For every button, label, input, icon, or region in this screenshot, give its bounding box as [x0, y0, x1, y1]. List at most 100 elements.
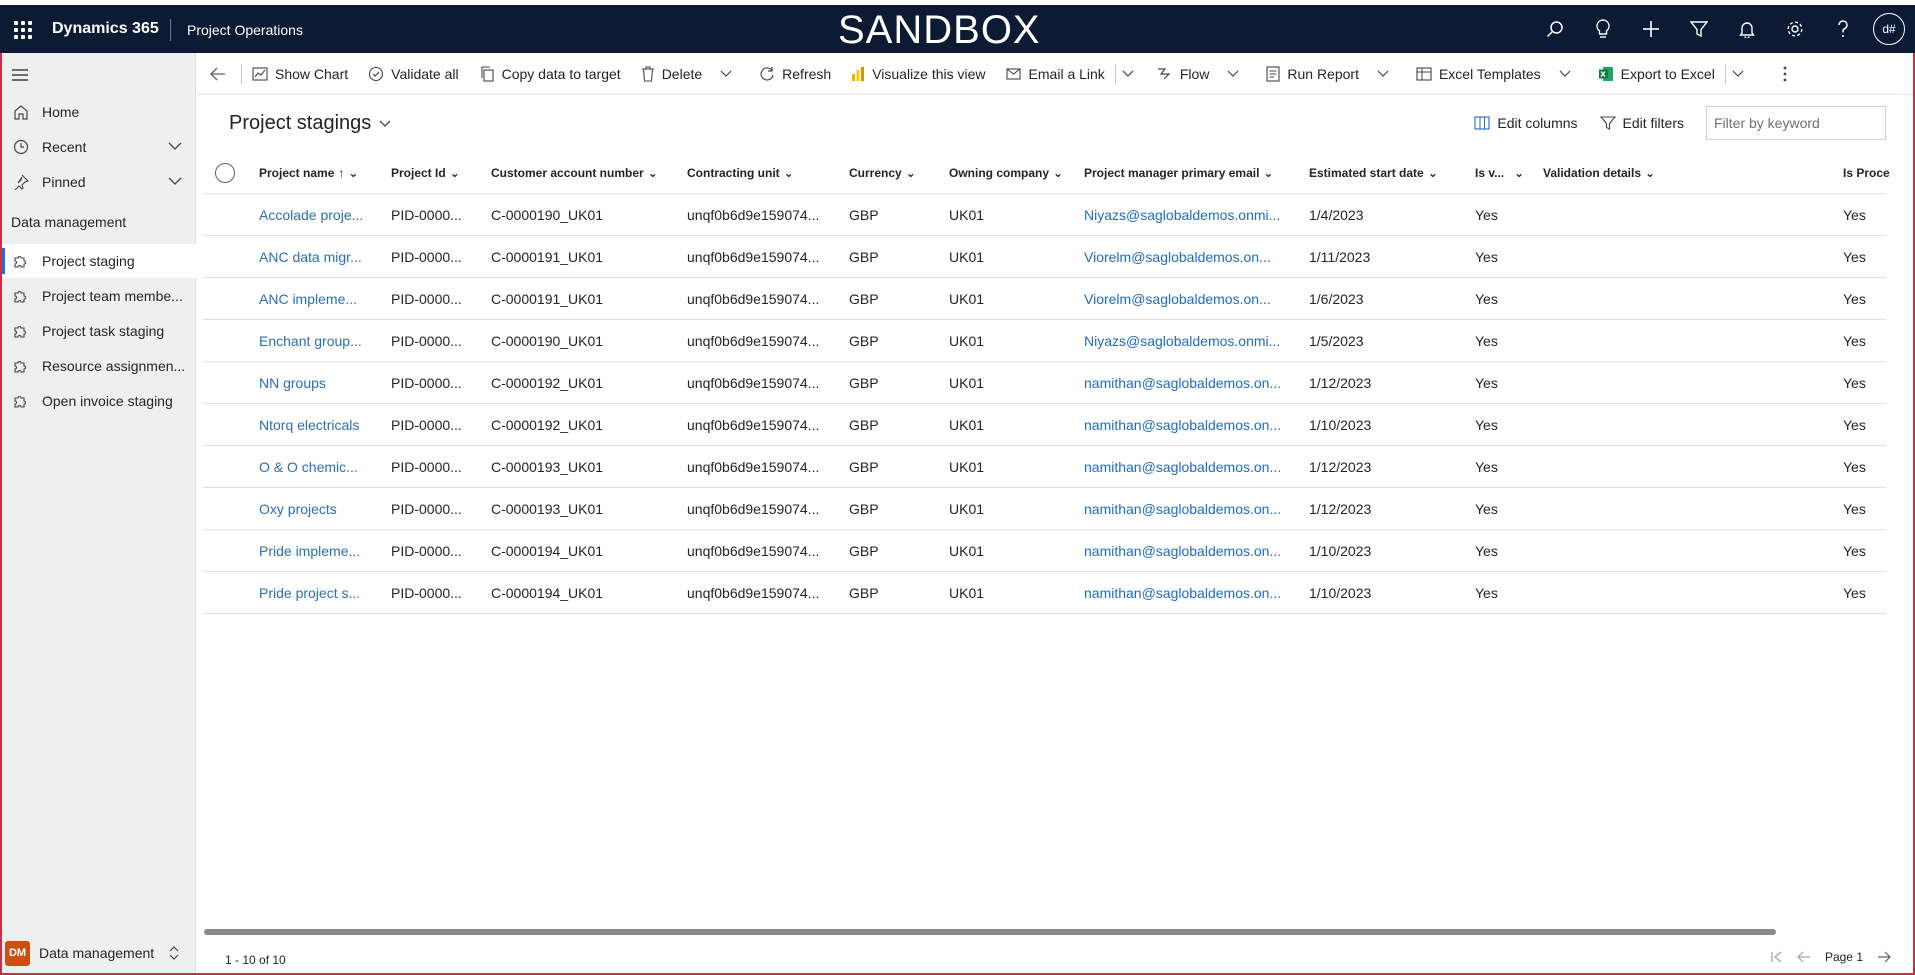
cell-project-id: PID-0000... — [391, 249, 462, 265]
table-row[interactable]: ANC impleme... PID-0000... C-0000191_UK01 u… — [203, 278, 1886, 320]
first-page-icon[interactable] — [1771, 951, 1783, 963]
sidebar-item-resource-assignments[interactable]: Resource assignmen... — [2, 349, 196, 383]
filter-by-keyword-input[interactable] — [1706, 106, 1886, 140]
table-row[interactable]: Accolade proje... PID-0000... C-0000190_UK… — [203, 194, 1886, 236]
cell-pm-email[interactable]: namithan@saglobaldemos.on... — [1084, 362, 1281, 404]
edit-columns-button[interactable]: Edit columns — [1474, 115, 1578, 131]
sidebar-item-project-task-staging[interactable]: Project task staging — [2, 314, 196, 348]
edit-filters-label: Edit filters — [1622, 115, 1684, 131]
cell-pm-email[interactable]: namithan@saglobaldemos.on... — [1084, 404, 1281, 446]
sidebar-item-recent[interactable]: Recent — [2, 130, 196, 164]
cell-project-name[interactable]: Ntorq electricals — [259, 404, 359, 446]
cell-pm-email[interactable]: Viorelm@saglobaldemos.on... — [1084, 278, 1271, 320]
cell-pm-email[interactable]: namithan@saglobaldemos.on... — [1084, 488, 1281, 530]
cell-project-id: PID-0000... — [391, 543, 462, 559]
table-row[interactable]: Pride project s... PID-0000... C-0000194_U… — [203, 572, 1886, 614]
help-icon[interactable] — [1819, 5, 1867, 53]
cell-project-name[interactable]: Oxy projects — [259, 488, 337, 530]
visualize-button[interactable]: Visualize this view — [841, 53, 995, 95]
chevron-down-icon[interactable] — [168, 139, 182, 156]
sidebar-item-home[interactable]: Home — [2, 95, 196, 129]
chevron-down-icon[interactable] — [720, 70, 739, 78]
cell-project-name[interactable]: ANC impleme... — [259, 278, 357, 320]
search-icon[interactable] — [1531, 5, 1579, 53]
delete-button[interactable]: Delete — [631, 53, 749, 95]
next-page-icon[interactable] — [1877, 951, 1891, 963]
puzzle-icon — [12, 253, 30, 269]
gear-icon[interactable] — [1771, 5, 1819, 53]
table-row[interactable]: Oxy projects PID-0000... C-0000193_UK01 unq… — [203, 488, 1886, 530]
column-header-is-validated[interactable]: Is v... ⌄ — [1475, 152, 1524, 194]
filter-icon[interactable] — [1675, 5, 1723, 53]
area-name[interactable]: Project Operations — [187, 22, 303, 38]
view-selector[interactable]: Project stagings — [229, 112, 391, 135]
column-header-is-processed[interactable]: Is Proce — [1843, 152, 1890, 194]
chevron-down-icon[interactable] — [1377, 70, 1396, 78]
area-switcher[interactable]: DM Data management — [2, 933, 196, 973]
more-options-icon[interactable] — [1773, 53, 1804, 95]
bell-icon[interactable] — [1723, 5, 1771, 53]
chevron-down-icon[interactable] — [1116, 53, 1147, 95]
cell-pm-email[interactable]: namithan@saglobaldemos.on... — [1084, 446, 1281, 488]
refresh-button[interactable]: Refresh — [749, 53, 841, 95]
show-chart-button[interactable]: Show Chart — [242, 53, 358, 95]
cell-pm-email[interactable]: namithan@saglobaldemos.on... — [1084, 530, 1281, 572]
email-link-button[interactable]: Email a Link — [996, 53, 1115, 95]
cell-pm-email[interactable]: namithan@saglobaldemos.on... — [1084, 572, 1281, 614]
validate-all-button[interactable]: Validate all — [358, 53, 468, 95]
back-button[interactable] — [205, 53, 237, 95]
column-header-pm-email[interactable]: Project manager primary email ⌄ — [1084, 152, 1273, 194]
column-header-customer-account[interactable]: Customer account number ⌄ — [491, 152, 658, 194]
flow-button[interactable]: Flow — [1147, 53, 1257, 95]
validate-all-label: Validate all — [391, 65, 459, 82]
cell-owning-company: UK01 — [949, 459, 985, 475]
app-name[interactable]: Dynamics 365 — [52, 20, 159, 38]
horizontal-scrollbar[interactable] — [204, 929, 1776, 935]
column-header-est-start-date[interactable]: Estimated start date ⌄ — [1309, 152, 1438, 194]
cell-pm-email[interactable]: Niyazs@saglobaldemos.onmi... — [1084, 194, 1280, 236]
plus-icon[interactable] — [1627, 5, 1675, 53]
sidebar-item-project-staging[interactable]: Project staging — [2, 244, 196, 278]
sidebar-item-pinned[interactable]: Pinned — [2, 165, 196, 199]
copy-data-button[interactable]: Copy data to target — [469, 53, 631, 95]
cell-project-name[interactable]: O & O chemic... — [259, 446, 358, 488]
table-row[interactable]: ANC data migr... PID-0000... C-0000191_UK0… — [203, 236, 1886, 278]
table-row[interactable]: NN groups PID-0000... C-0000192_UK01 unqf0b… — [203, 362, 1886, 404]
excel-templates-button[interactable]: Excel Templates — [1406, 53, 1588, 95]
avatar[interactable]: d# — [1873, 13, 1905, 45]
lightbulb-icon[interactable] — [1579, 5, 1627, 53]
chevron-down-icon[interactable] — [1726, 53, 1757, 95]
column-header-currency[interactable]: Currency ⌄ — [849, 152, 916, 194]
column-header-owning-company[interactable]: Owning company ⌄ — [949, 152, 1063, 194]
chevron-down-icon[interactable] — [1559, 70, 1578, 78]
cell-project-name[interactable]: Pride impleme... — [259, 530, 360, 572]
cell-pm-email[interactable]: Niyazs@saglobaldemos.onmi... — [1084, 320, 1280, 362]
export-excel-button[interactable]: Export to Excel — [1588, 53, 1725, 95]
cell-project-id: PID-0000... — [391, 375, 462, 391]
table-row[interactable]: Pride impleme... PID-0000... C-0000194_UK0… — [203, 530, 1886, 572]
chevron-down-icon[interactable] — [168, 174, 182, 191]
table-row[interactable]: Ntorq electricals PID-0000... C-0000192_UK… — [203, 404, 1886, 446]
chevron-down-icon[interactable] — [1227, 70, 1246, 78]
column-header-validation-details[interactable]: Validation details ⌄ — [1543, 152, 1655, 194]
cell-project-name[interactable]: Enchant group... — [259, 320, 362, 362]
app-launcher-icon[interactable] — [10, 17, 34, 41]
run-report-button[interactable]: Run Report — [1256, 53, 1406, 95]
column-header-contracting-unit[interactable]: Contracting unit ⌄ — [687, 152, 794, 194]
table-row[interactable]: Enchant group... PID-0000... C-0000190_UK0… — [203, 320, 1886, 362]
cell-project-name[interactable]: Accolade proje... — [259, 194, 363, 236]
column-header-project-name[interactable]: Project name ↑ ⌄ — [259, 152, 358, 194]
edit-filters-button[interactable]: Edit filters — [1599, 115, 1684, 131]
sidebar-item-project-team-members[interactable]: Project team membe... — [2, 279, 196, 313]
sidebar-item-open-invoice-staging[interactable]: Open invoice staging — [2, 384, 196, 418]
puzzle-icon — [12, 288, 30, 304]
select-all-checkbox[interactable] — [215, 163, 235, 183]
previous-page-icon[interactable] — [1797, 951, 1811, 963]
cell-pm-email[interactable]: Viorelm@saglobaldemos.on... — [1084, 236, 1271, 278]
hamburger-icon[interactable] — [12, 68, 28, 84]
column-header-project-id[interactable]: Project Id ⌄ — [391, 152, 460, 194]
cell-project-name[interactable]: Pride project s... — [259, 572, 360, 614]
cell-project-name[interactable]: ANC data migr... — [259, 236, 362, 278]
table-row[interactable]: O & O chemic... PID-0000... C-0000193_UK01… — [203, 446, 1886, 488]
cell-project-name[interactable]: NN groups — [259, 362, 326, 404]
